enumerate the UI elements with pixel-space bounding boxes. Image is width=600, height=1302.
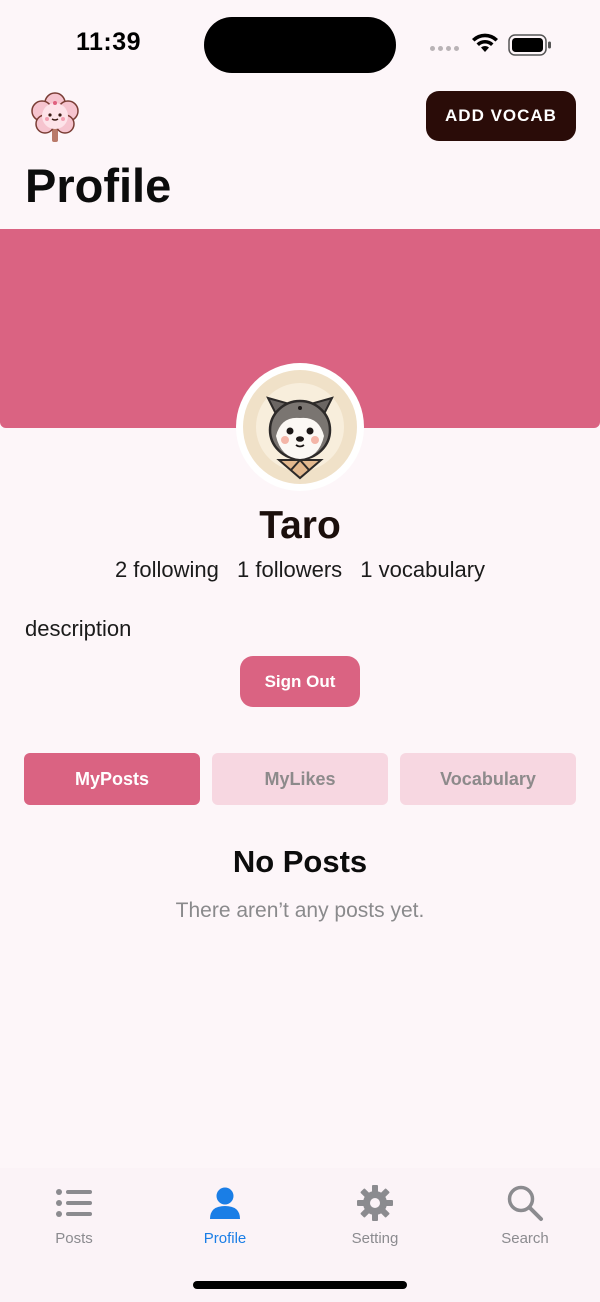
sign-out-button[interactable]: Sign Out <box>240 656 360 707</box>
dynamic-island <box>204 17 396 73</box>
username: Taro <box>259 504 341 547</box>
home-indicator[interactable] <box>193 1281 407 1289</box>
vocabulary-count[interactable]: 1 vocabulary <box>360 557 485 582</box>
empty-state-subtitle: There aren’t any posts yet. <box>175 899 425 922</box>
tabbar-item-search[interactable]: Search <box>475 1184 575 1247</box>
followers-count[interactable]: 1 followers <box>237 557 342 582</box>
battery-icon <box>508 34 551 56</box>
tab-vocabulary[interactable]: Vocabulary <box>400 753 576 805</box>
add-vocab-button[interactable]: ADD VOCAB <box>426 91 576 141</box>
tabbar-label: Search <box>501 1230 549 1247</box>
profile-stats: 2 following 1 followers 1 vocabulary <box>0 557 600 583</box>
cellular-signal-icon <box>430 46 459 51</box>
gear-icon <box>357 1185 393 1221</box>
cherry-blossom-logo-icon <box>31 92 79 142</box>
tab-mylikes[interactable]: MyLikes <box>212 753 388 805</box>
profile-description: description <box>25 616 132 641</box>
page-title: Profile <box>25 159 172 212</box>
tab-myposts[interactable]: MyPosts <box>24 753 200 805</box>
search-icon <box>507 1185 543 1221</box>
tabbar-label: Profile <box>203 1230 247 1247</box>
tabbar-label: Setting <box>351 1230 399 1247</box>
person-icon <box>210 1187 240 1219</box>
tabbar-item-profile[interactable]: Profile <box>175 1184 275 1247</box>
dog-avatar-icon <box>243 370 357 484</box>
empty-state-title: No Posts <box>232 844 368 879</box>
tabbar-item-posts[interactable]: Posts <box>24 1184 124 1247</box>
following-count[interactable]: 2 following <box>115 557 219 582</box>
list-icon <box>56 1189 92 1217</box>
tabbar-item-setting[interactable]: Setting <box>325 1184 425 1247</box>
avatar[interactable] <box>236 363 364 491</box>
status-time: 11:39 <box>76 28 142 56</box>
wifi-icon <box>472 33 498 52</box>
tabbar-label: Posts <box>55 1230 93 1247</box>
